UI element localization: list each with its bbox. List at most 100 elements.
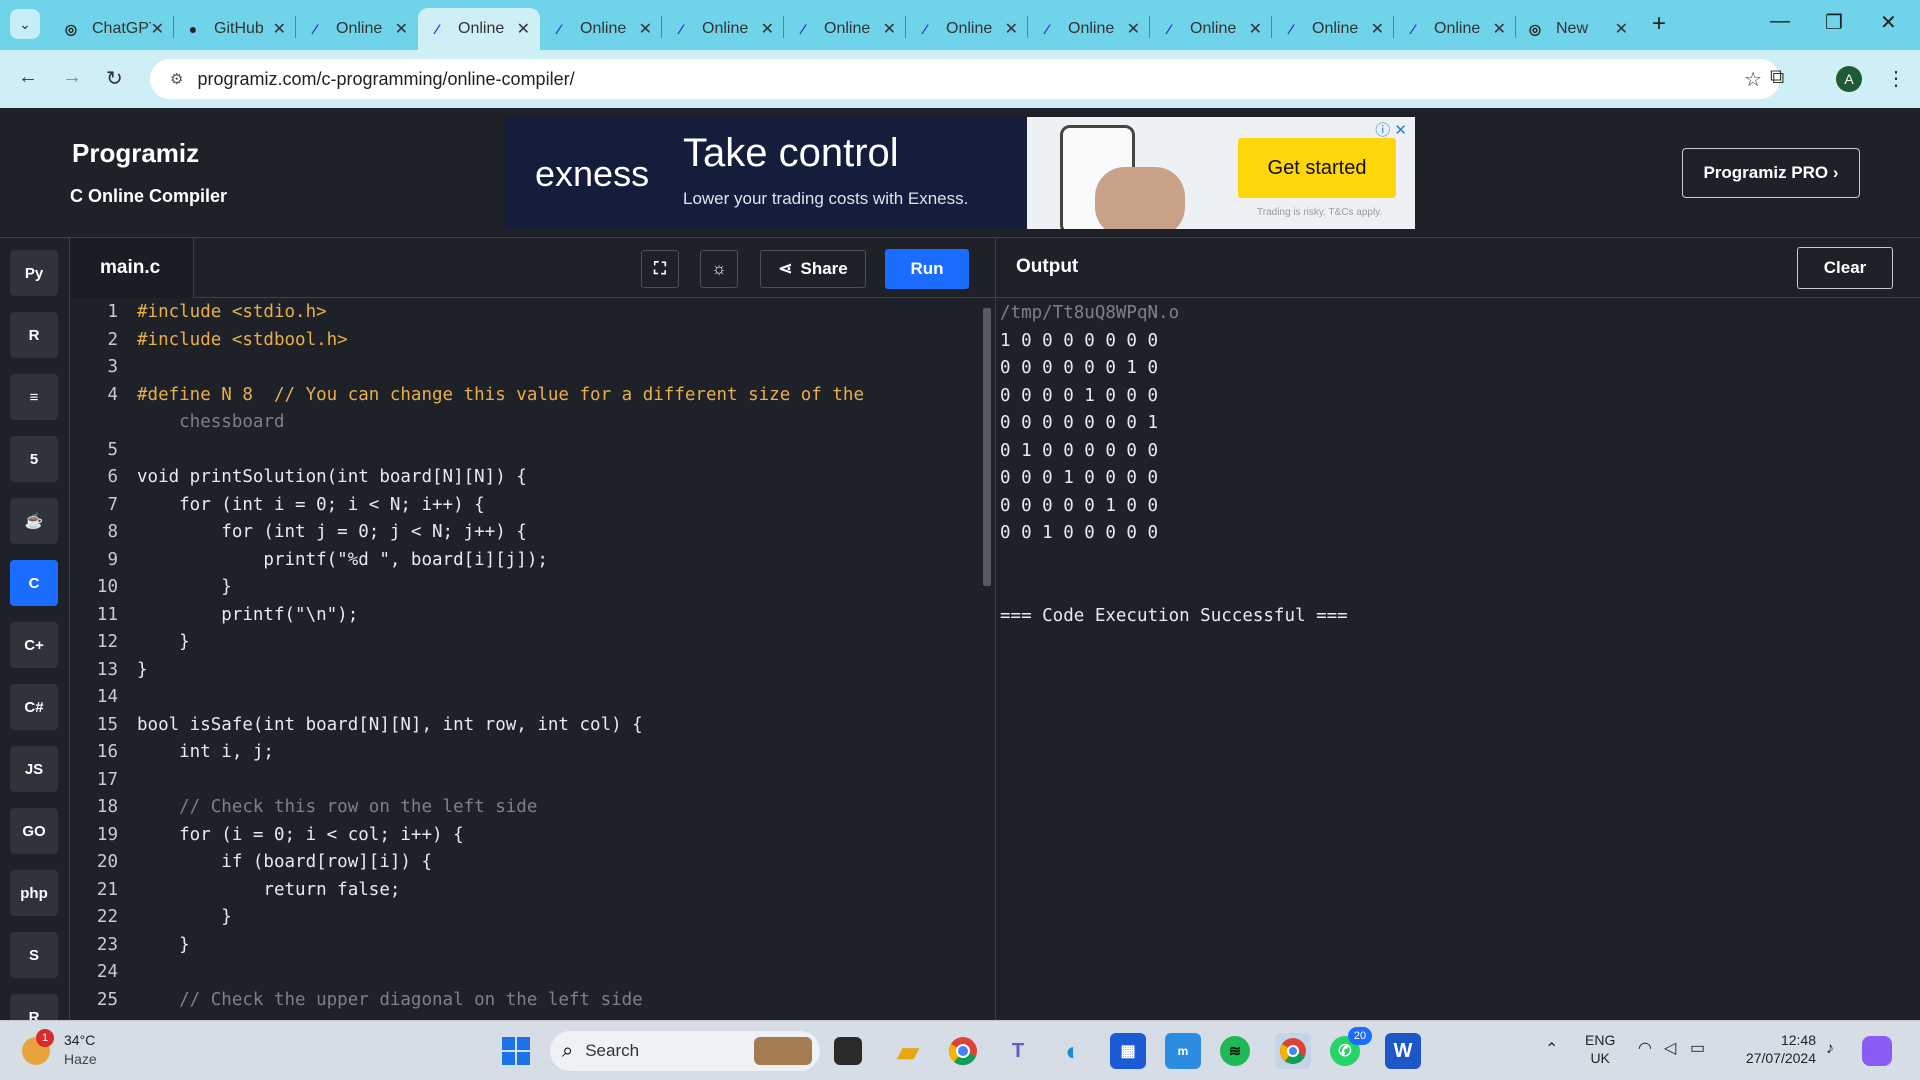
bookmark-star-icon[interactable]: ☆ [1744,67,1762,92]
extensions-icon[interactable]: ⧉ [1770,66,1784,89]
code-line[interactable]: printf("%d ", board[i][j]); [137,550,547,570]
tab-close-icon[interactable]: ✕ [1493,19,1506,39]
language-indicator[interactable]: ENG UK [1585,1031,1615,1067]
browser-tab[interactable]: ⁄ Online ✕ [1272,8,1394,50]
tab-close-icon[interactable]: ✕ [395,19,408,39]
language-c-button[interactable]: C [10,560,58,606]
editor-scrollbar[interactable] [983,308,991,586]
code-line[interactable]: printf("\n"); [137,605,358,625]
chrome-icon[interactable] [945,1033,981,1069]
browser-tab[interactable]: ⁄ Online ✕ [906,8,1028,50]
fullscreen-icon[interactable]: ⛶ [641,250,679,288]
tab-close-icon[interactable]: ✕ [151,19,164,39]
code-line[interactable]: } [137,577,232,597]
address-bar[interactable]: ⚙ programiz.com/c-programming/online-com… [150,59,1780,99]
language-csharp-button[interactable]: C# [10,684,58,730]
programiz-pro-button[interactable]: Programiz PRO › [1682,148,1860,198]
code-line[interactable]: // Check the upper diagonal on the left … [137,990,643,1010]
code-line[interactable]: int i, j; [137,742,274,762]
tab-close-icon[interactable]: ✕ [1127,19,1140,39]
programiz-logo[interactable]: Programiz [72,138,199,169]
new-tab-button[interactable]: + [1652,10,1666,38]
word-icon[interactable]: W [1385,1033,1421,1069]
browser-tab[interactable]: ⁄ Online ✕ [418,8,540,50]
tab-close-icon[interactable]: ✕ [1005,19,1018,39]
code-line[interactable]: #include <stdio.h> [137,302,327,322]
taskbar-search[interactable]: ⌕ Search [550,1031,820,1071]
battery-icon[interactable]: ▭ [1690,1040,1705,1058]
browser-tab[interactable]: ◎ ChatGPT✕ [52,8,174,50]
code-line[interactable]: } [137,660,148,680]
copilot-icon[interactable] [1862,1036,1892,1066]
spotify-icon[interactable]: ≋ [1220,1036,1250,1066]
code-line[interactable]: } [137,907,232,927]
code-line[interactable]: #define N 8 // You can change this value… [137,385,864,405]
language-r-button[interactable]: R [10,312,58,358]
clock[interactable]: 12:48 27/07/2024 [1738,1031,1816,1067]
mydlink-icon[interactable]: m [1165,1033,1201,1069]
browser-tab[interactable]: ⁄ Online ✕ [1028,8,1150,50]
microsoft-store-icon[interactable]: ▦ [1110,1033,1146,1069]
site-info-icon[interactable]: ⚙ [170,70,183,88]
file-explorer-icon[interactable]: ▰ [890,1033,926,1069]
theme-toggle-icon[interactable]: ☼ [700,250,738,288]
tab-close-icon[interactable]: ✕ [883,19,896,39]
edge-icon[interactable]: ◐ [1055,1033,1091,1069]
language-html-button[interactable]: 5 [10,436,58,482]
code-line[interactable]: for (int i = 0; i < N; i++) { [137,495,485,515]
browser-tab[interactable]: ⁄ Online ✕ [540,8,662,50]
forward-icon[interactable]: → [62,66,82,89]
clear-button[interactable]: Clear [1797,247,1893,289]
tab-close-icon[interactable]: ✕ [1249,19,1262,39]
code-line[interactable]: for (int j = 0; j < N; j++) { [137,522,527,542]
run-button[interactable]: Run [885,249,969,289]
browser-tab[interactable]: ⁄ Online ✕ [296,8,418,50]
tab-close-icon[interactable]: ✕ [761,19,774,39]
language-swift-button[interactable]: S [10,932,58,978]
share-button[interactable]: ⋖ Share [760,250,866,288]
code-editor[interactable]: 1 #include <stdio.h> 2 #include <stdbool.h>… [70,298,995,1020]
code-line[interactable]: #include <stdbool.h> [137,330,348,350]
advertisement-banner[interactable]: exness Take control Lower your trading c… [505,117,1415,229]
browser-tab[interactable]: ◎ New ✕ [1516,8,1638,50]
tab-close-icon[interactable]: ✕ [1371,19,1384,39]
volume-icon[interactable]: ◁ [1664,1040,1676,1058]
restore-button[interactable]: ❐ [1825,10,1843,35]
code-line[interactable]: chessboard [137,412,284,432]
back-icon[interactable]: ← [18,66,38,89]
code-line[interactable]: for (i = 0; i < col; i++) { [137,825,463,845]
browser-menu-icon[interactable]: ⋮ [1886,66,1906,91]
wifi-icon[interactable]: ◠ [1638,1040,1652,1058]
pane-divider[interactable] [995,238,996,1020]
language-php-button[interactable]: php [10,870,58,916]
weather-desc[interactable]: Haze [64,1050,97,1068]
tab-close-icon[interactable]: ✕ [1615,19,1628,39]
close-window-button[interactable]: ✕ [1880,10,1897,35]
minimize-button[interactable]: — [1770,10,1790,33]
code-line[interactable]: } [137,632,190,652]
code-line[interactable]: return false; [137,880,400,900]
windows-start-icon[interactable] [498,1033,534,1069]
language-javascript-button[interactable]: JS [10,746,58,792]
notification-bell-icon[interactable]: ♪ [1826,1040,1834,1058]
code-line[interactable]: bool isSafe(int board[N][N], int row, in… [137,715,643,735]
reload-icon[interactable]: ↻ [106,66,123,91]
browser-tab[interactable]: ⁄ Online ✕ [1150,8,1272,50]
ad-cta-button[interactable]: Get started [1238,138,1396,198]
browser-tab[interactable]: ⁄ Online ✕ [784,8,906,50]
browser-tab[interactable]: ● GitHub ✕ [174,8,296,50]
language-java-button[interactable]: ☕ [10,498,58,544]
show-hidden-icons[interactable]: ⌃ [1545,1041,1558,1059]
ad-close-icon[interactable]: ⓘ ✕ [1375,119,1407,140]
browser-tab[interactable]: ⁄ Online ✕ [662,8,784,50]
code-line[interactable]: } [137,935,190,955]
language-sql-button[interactable]: ≡ [10,374,58,420]
code-line[interactable]: void printSolution(int board[N][N]) { [137,467,527,487]
weather-temp[interactable]: 34°C [64,1031,95,1049]
language-cpp-button[interactable]: C+ [10,622,58,668]
file-tab-main[interactable]: main.c [70,238,194,298]
tab-close-icon[interactable]: ✕ [639,19,652,39]
teams-icon[interactable]: T [1000,1033,1036,1069]
language-python-button[interactable]: Py [10,250,58,296]
tab-close-icon[interactable]: ✕ [517,19,530,39]
